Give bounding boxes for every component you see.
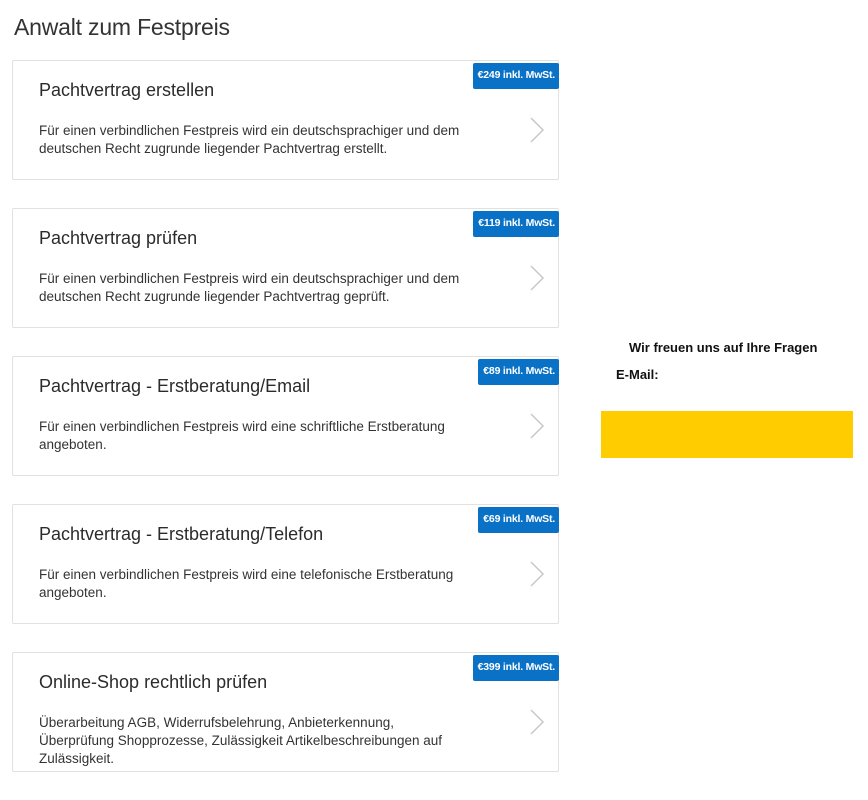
chevron-right-icon[interactable] bbox=[526, 412, 548, 440]
page-title: Anwalt zum Festpreis bbox=[14, 14, 230, 40]
offer-description: Für einen verbindlichen Festpreis wird e… bbox=[39, 271, 460, 304]
price-badge: €399 inkl. MwSt. bbox=[472, 655, 559, 681]
offer-description: Für einen verbindlichen Festpreis wird e… bbox=[39, 567, 454, 600]
offer-description: Für einen verbindlichen Festpreis wird e… bbox=[39, 419, 445, 452]
offer-list: Pachtvertrag erstellen Für einen verbind… bbox=[12, 60, 559, 800]
contact-submit-button[interactable] bbox=[601, 411, 853, 458]
chevron-right-icon[interactable] bbox=[526, 116, 548, 144]
price-badge: €249 inkl. MwSt. bbox=[472, 63, 559, 89]
offer-card-pachtvertrag-pruefen[interactable]: Pachtvertrag prüfen Für einen verbindlic… bbox=[12, 208, 559, 328]
offer-title: Pachtvertrag prüfen bbox=[39, 228, 198, 248]
email-label: E-Mail: bbox=[616, 367, 659, 382]
offer-card-erstberatung-telefon[interactable]: Pachtvertrag - Erstberatung/Telefon Für … bbox=[12, 504, 559, 624]
offer-title: Pachtvertrag - Erstberatung/Email bbox=[39, 376, 311, 396]
offer-title: Pachtvertrag - Erstberatung/Telefon bbox=[39, 524, 324, 544]
chevron-right-icon[interactable] bbox=[526, 264, 548, 292]
contact-heading: Wir freuen uns auf Ihre Fragen bbox=[629, 340, 818, 355]
price-badge: €69 inkl. MwSt. bbox=[478, 507, 559, 533]
offer-title: Pachtvertrag erstellen bbox=[39, 80, 215, 100]
price-badge: €89 inkl. MwSt. bbox=[478, 359, 559, 385]
offer-card-erstberatung-email[interactable]: Pachtvertrag - Erstberatung/Email Für ei… bbox=[12, 356, 559, 476]
offer-description: Überarbeitung AGB, Widerrufsbelehrung, A… bbox=[39, 715, 442, 766]
chevron-right-icon[interactable] bbox=[526, 708, 548, 736]
price-badge: €119 inkl. MwSt. bbox=[473, 211, 559, 237]
offer-card-pachtvertrag-erstellen[interactable]: Pachtvertrag erstellen Für einen verbind… bbox=[12, 60, 559, 180]
offer-card-online-shop-pruefen[interactable]: Online-Shop rechtlich prüfen Überarbeitu… bbox=[12, 652, 559, 772]
offer-description: Für einen verbindlichen Festpreis wird e… bbox=[39, 123, 460, 156]
offer-title: Online-Shop rechtlich prüfen bbox=[39, 672, 268, 692]
chevron-right-icon[interactable] bbox=[526, 560, 548, 588]
